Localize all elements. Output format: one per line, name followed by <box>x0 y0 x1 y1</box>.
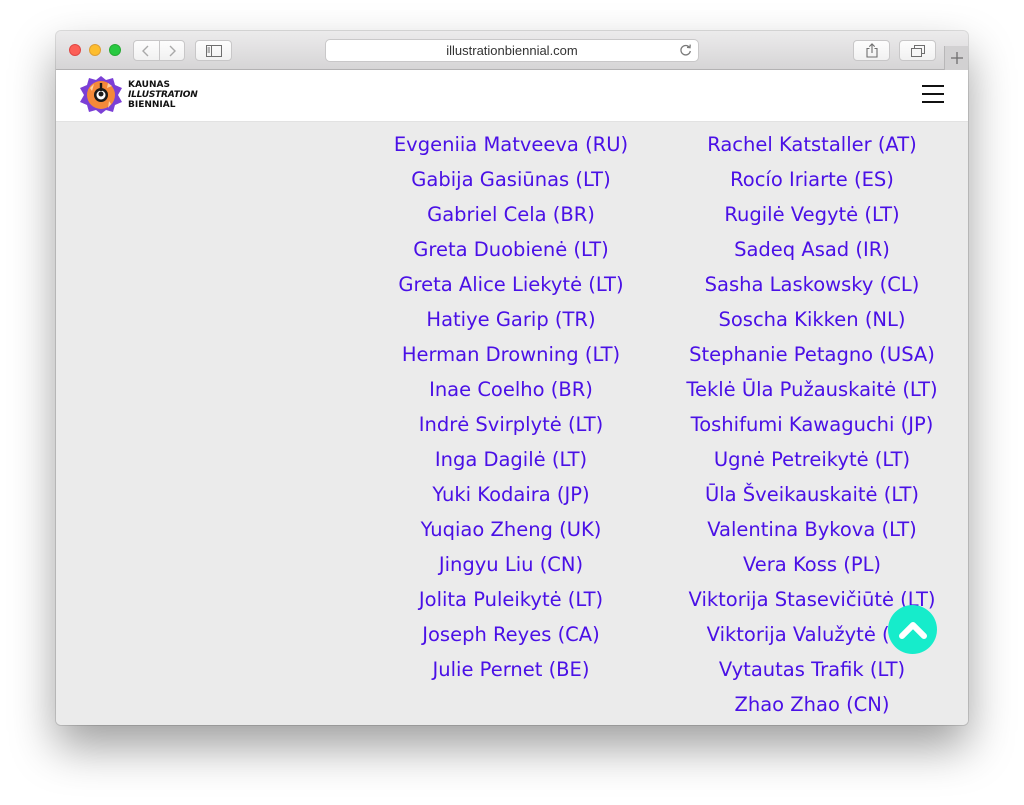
artist-link[interactable]: Greta Alice Liekytė (LT) <box>351 267 671 302</box>
scroll-to-top-button[interactable] <box>888 605 937 654</box>
artist-link[interactable]: Soscha Kikken (NL) <box>652 302 968 337</box>
plus-icon <box>951 52 963 64</box>
chevron-left-icon <box>142 45 149 56</box>
artist-link[interactable]: Valentina Bykova (LT) <box>652 512 968 547</box>
hamburger-bar <box>922 101 944 103</box>
url-text: illustrationbiennial.com <box>446 43 578 58</box>
artist-link[interactable]: Ugnė Petreikytė (LT) <box>652 442 968 477</box>
sidebar-icon <box>205 44 222 57</box>
artist-link[interactable]: Rugilė Vegytė (LT) <box>652 197 968 232</box>
site-logo[interactable] <box>78 74 124 120</box>
forward-button[interactable] <box>158 41 185 60</box>
logo-line-2: ILLUSTRATION <box>128 90 198 100</box>
share-button[interactable] <box>853 40 890 61</box>
reload-icon <box>680 44 691 56</box>
zoom-window-button[interactable] <box>109 44 121 56</box>
address-bar[interactable]: illustrationbiennial.com <box>325 39 699 62</box>
artist-link[interactable]: Evgeniia Matveeva (RU) <box>351 127 671 162</box>
artist-link[interactable]: Gabija Gasiūnas (LT) <box>351 162 671 197</box>
artist-link[interactable]: Stephanie Petagno (USA) <box>652 337 968 372</box>
chevron-up-icon <box>898 621 927 639</box>
artist-link[interactable]: Sasha Laskowsky (CL) <box>652 267 968 302</box>
hamburger-bar <box>922 93 944 95</box>
artist-link[interactable]: Julie Pernet (BE) <box>351 652 671 687</box>
biennial-logo-icon <box>80 76 122 114</box>
artist-link[interactable]: Inga Dagilė (LT) <box>351 442 671 477</box>
artist-link[interactable]: Rocío Iriarte (ES) <box>652 162 968 197</box>
tab-overview-button[interactable] <box>899 40 936 61</box>
tabs-icon <box>910 44 925 57</box>
artist-link[interactable]: Inae Coelho (BR) <box>351 372 671 407</box>
artist-link[interactable]: Toshifumi Kawaguchi (JP) <box>652 407 968 442</box>
artists-list: Evgeniia Matveeva (RU) Gabija Gasiūnas (L… <box>56 122 968 725</box>
history-nav <box>133 40 185 61</box>
new-tab-button[interactable] <box>944 46 968 70</box>
artist-link[interactable]: Greta Duobienė (LT) <box>351 232 671 267</box>
artist-link[interactable]: Sadeq Asad (IR) <box>652 232 968 267</box>
sidebar-toggle-button[interactable] <box>195 40 232 61</box>
browser-toolbar: illustrationbiennial.com <box>56 31 968 70</box>
artist-link[interactable]: Herman Drowning (LT) <box>351 337 671 372</box>
artist-link[interactable]: Jingyu Liu (CN) <box>351 547 671 582</box>
artist-link[interactable]: Yuqiao Zheng (UK) <box>351 512 671 547</box>
artist-link[interactable]: Ūla Šveikauskaitė (LT) <box>652 477 968 512</box>
browser-window: illustrationbiennial.com KAUNAS ILLUSTRA… <box>56 31 968 725</box>
share-icon <box>865 43 878 58</box>
artist-link[interactable]: Gabriel Cela (BR) <box>351 197 671 232</box>
artists-column-left: Evgeniia Matveeva (RU) Gabija Gasiūnas (L… <box>351 127 671 687</box>
artist-link[interactable]: Zhao Zhao (CN) <box>652 687 968 722</box>
artist-link[interactable]: Teklė Ūla Pužauskaitė (LT) <box>652 372 968 407</box>
close-window-button[interactable] <box>69 44 81 56</box>
artist-link[interactable]: Jolita Puleikytė (LT) <box>351 582 671 617</box>
chevron-right-icon <box>169 45 176 56</box>
artist-link[interactable]: Joseph Reyes (CA) <box>351 617 671 652</box>
menu-button[interactable] <box>922 85 944 103</box>
site-header: KAUNAS ILLUSTRATION BIENNIAL <box>56 70 968 122</box>
artist-link[interactable]: Vytautas Trafik (LT) <box>652 652 968 687</box>
hamburger-bar <box>922 85 944 87</box>
artist-link[interactable]: Indrė Svirplytė (LT) <box>351 407 671 442</box>
artist-link[interactable]: Rachel Katstaller (AT) <box>652 127 968 162</box>
logo-line-1: KAUNAS <box>128 80 170 90</box>
artist-link[interactable]: Yuki Kodaira (JP) <box>351 477 671 512</box>
minimize-window-button[interactable] <box>89 44 101 56</box>
logo-wordmark: KAUNAS ILLUSTRATION BIENNIAL <box>128 80 198 110</box>
back-button[interactable] <box>134 41 159 60</box>
reload-button[interactable] <box>679 43 692 60</box>
artist-link[interactable]: Vera Koss (PL) <box>652 547 968 582</box>
artist-link[interactable]: Hatiye Garip (TR) <box>351 302 671 337</box>
logo-line-3: BIENNIAL <box>128 100 176 110</box>
